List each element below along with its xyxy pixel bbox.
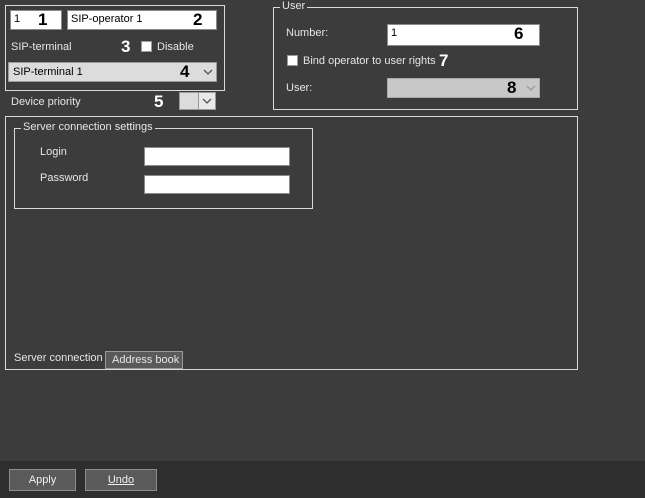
server-connection-settings-group: Server connection settings — [14, 121, 313, 209]
device-priority-dropdown[interactable] — [179, 92, 216, 110]
password-label: Password — [40, 172, 89, 184]
bind-operator-checkbox[interactable] — [287, 55, 298, 66]
login-label: Login — [40, 146, 67, 158]
bind-operator-label: Bind operator to user rights — [303, 55, 436, 67]
marker-7: 7 — [439, 51, 449, 70]
marker-6: 6 — [514, 24, 524, 43]
login-field[interactable] — [144, 147, 290, 166]
password-field[interactable] — [144, 175, 290, 194]
user-dropdown[interactable] — [387, 78, 540, 98]
undo-button[interactable]: Undo — [85, 469, 157, 491]
apply-button[interactable]: Apply — [9, 469, 76, 491]
undo-label: Undo — [107, 474, 135, 486]
marker-1: 1 — [38, 10, 48, 29]
tab-server-connection[interactable]: Server connection — [8, 350, 105, 369]
marker-4: 4 — [180, 62, 190, 81]
number-label: Number: — [286, 27, 329, 39]
marker-8: 8 — [507, 78, 517, 97]
apply-label: Apply — [28, 474, 57, 486]
sip-terminal-label: SIP-terminal — [11, 41, 72, 53]
number-value: 1 — [391, 27, 398, 39]
sip-terminal-value: SIP-terminal 1 — [13, 66, 83, 78]
marker-5: 5 — [154, 92, 164, 111]
tab-server-connection-label: Server connection — [14, 352, 103, 364]
marker-2: 2 — [193, 10, 203, 29]
chevron-down-icon — [203, 69, 213, 75]
operator-id-field[interactable]: 1 — [10, 10, 62, 30]
device-priority-label: Device priority — [11, 96, 81, 108]
chevron-down-icon — [526, 85, 536, 91]
disable-label: Disable — [157, 41, 194, 53]
user-label: User: — [286, 82, 313, 94]
server-connection-settings-title: Server connection settings — [21, 121, 155, 133]
operator-name-value: SIP-operator 1 — [71, 13, 143, 25]
operator-id-value: 1 — [14, 13, 21, 25]
tab-address-book[interactable]: Address book — [105, 351, 183, 369]
chevron-down-icon — [202, 98, 212, 104]
marker-3: 3 — [121, 37, 131, 56]
disable-checkbox[interactable] — [141, 41, 152, 52]
tab-address-book-label: Address book — [112, 354, 180, 366]
user-group-title: User — [280, 0, 308, 12]
